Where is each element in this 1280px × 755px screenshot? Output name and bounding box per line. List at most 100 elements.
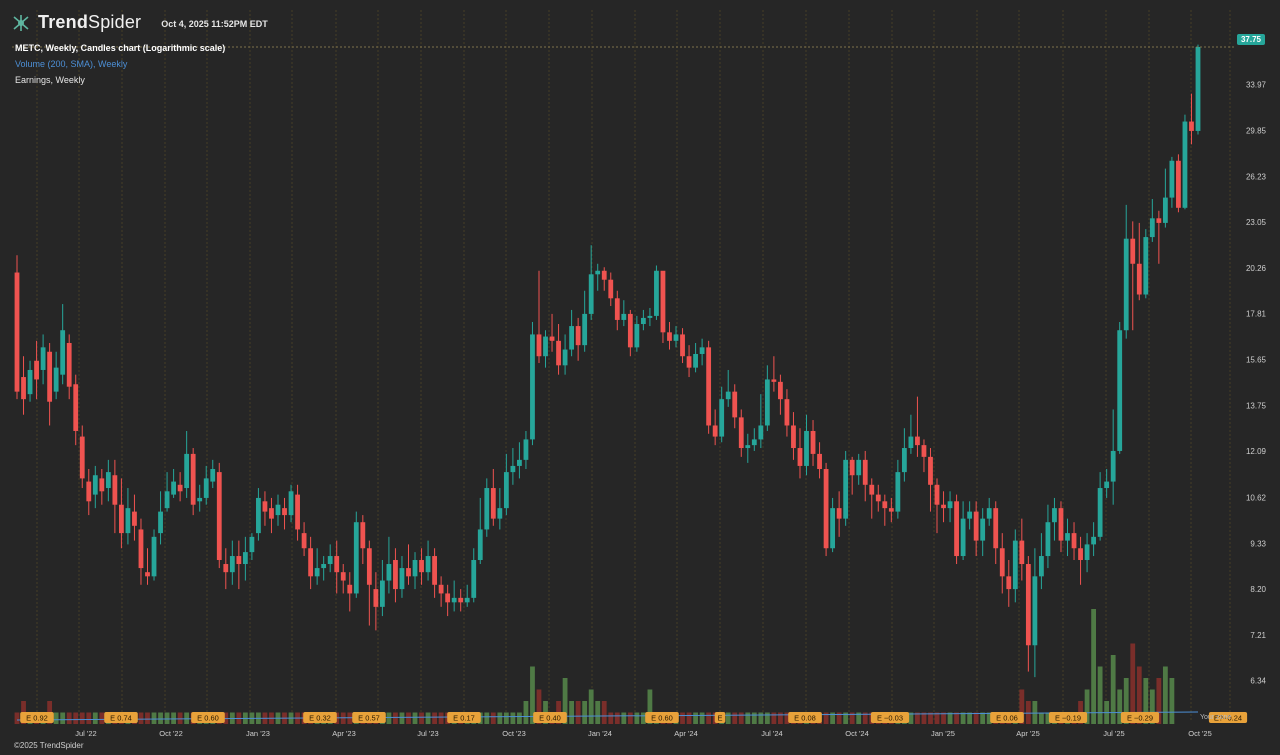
volume-bar (706, 712, 712, 724)
candle-body (791, 425, 796, 449)
volume-bar (778, 712, 783, 724)
earnings-badge[interactable]: E 0.08 (788, 712, 822, 723)
earnings-badge-label: E 0.60 (197, 714, 219, 723)
earnings-badge[interactable]: E −0.29 (1120, 712, 1160, 723)
candle-body (399, 568, 405, 590)
candle-body (321, 564, 327, 569)
candle-body (275, 504, 281, 516)
candle-body (712, 425, 718, 437)
volume-bar (66, 712, 72, 724)
candle-body (366, 548, 372, 585)
earnings-badge-label: E (717, 714, 722, 723)
candle-body (856, 459, 862, 476)
y-tick-label: 9.33 (1250, 539, 1266, 548)
candle-body (1189, 121, 1194, 131)
earnings-badge-label: E −0.29 (1127, 714, 1153, 723)
earnings-badges[interactable]: E 0.92 E 0.74 E 0.60 E 0.32 E 0.57 E 0.17 E 0.… (20, 712, 1248, 723)
earnings-badge[interactable]: E 0.32 (303, 712, 337, 723)
candle-body (138, 529, 144, 569)
candle-body (490, 488, 496, 519)
x-tick-label: Jan '25 (931, 729, 955, 738)
legend-volume[interactable]: Volume (200, SMA), Weekly (15, 56, 225, 72)
earnings-badge[interactable]: E (714, 712, 726, 723)
candle-body (1117, 330, 1123, 451)
candle-body (340, 572, 346, 581)
candle-body (451, 597, 457, 603)
candle-body (347, 584, 353, 594)
volume-bar (588, 689, 594, 724)
candle-body (386, 564, 392, 581)
volume-bar (608, 712, 614, 724)
legend-earnings[interactable]: Earnings, Weekly (15, 72, 225, 88)
candle-body (484, 488, 490, 530)
earnings-badge-label: E 0.17 (453, 714, 475, 723)
candle-body (86, 481, 92, 502)
candle-body (732, 391, 738, 418)
candle-body (1084, 544, 1090, 561)
candle-body (360, 522, 366, 549)
earnings-badge[interactable]: E 0.40 (533, 712, 567, 723)
volume-bar (1039, 712, 1044, 724)
earnings-badge[interactable]: E 0.60 (645, 712, 679, 723)
earnings-badge-label: E 0.40 (539, 714, 561, 723)
y-axis: 33.97 29.85 26.23 23.05 20.26 17.81 15.65 13.75… (1246, 80, 1267, 685)
candle-body (118, 504, 124, 534)
candle-body (236, 556, 242, 565)
candle-body (999, 548, 1005, 577)
candle-body (1143, 237, 1149, 295)
candle-body (634, 324, 640, 348)
volume-bar (738, 712, 744, 724)
candle-body (1104, 481, 1110, 489)
candle-body (869, 484, 875, 495)
candle-body (282, 508, 287, 516)
candle-body (771, 379, 777, 382)
candle-body (301, 533, 307, 549)
candle-body (151, 536, 157, 577)
earnings-badge-label: E −0.03 (877, 714, 903, 723)
candle-body (523, 439, 529, 460)
candle-body (849, 459, 855, 476)
earnings-badge[interactable]: E −0.03 (870, 712, 910, 723)
earnings-badge[interactable]: E 0.74 (104, 712, 138, 723)
earnings-badge-label: E 0.92 (26, 714, 48, 723)
x-tick-label: Jan '24 (588, 729, 612, 738)
candle-body (373, 589, 379, 607)
volume-bar (699, 712, 705, 724)
volume-bar (973, 712, 979, 724)
candle-body (706, 347, 712, 426)
candle-body (1012, 540, 1018, 590)
candle-body (256, 497, 261, 534)
trendspider-logo-icon (13, 14, 29, 31)
chart-canvas[interactable]: E 0.92 E 0.74 E 0.60 E 0.32 E 0.57 E 0.17 E 0.… (0, 0, 1280, 755)
candle-body (295, 494, 300, 530)
candle-body (1123, 238, 1129, 331)
volume-bars (14, 609, 1199, 724)
y-tick-label: 10.62 (1246, 493, 1267, 502)
earnings-badge[interactable]: E 0.06 (990, 712, 1024, 723)
candle-body (229, 556, 235, 573)
candle-body (1045, 522, 1051, 557)
header: TrendSpider Oct 4, 2025 11:52PM EDT (12, 12, 268, 33)
earnings-badge[interactable]: E 0.17 (447, 712, 481, 723)
candle-body (34, 360, 39, 380)
earnings-badge[interactable]: E 0.92 (20, 712, 54, 723)
brand-logo[interactable]: TrendSpider (38, 12, 141, 33)
candle-body (601, 270, 607, 280)
candle-body (1039, 556, 1044, 577)
legend-main-series[interactable]: METC, Weekly, Candles chart (Logarithmic… (15, 40, 225, 56)
volume-bar (406, 712, 411, 724)
candle-body (164, 491, 170, 509)
candle-body (412, 560, 418, 577)
earnings-badge-label: E 0.06 (996, 714, 1018, 723)
volume-bar (758, 712, 764, 724)
volume-bar (425, 712, 431, 724)
candle-body (1136, 263, 1142, 295)
volume-bar (497, 712, 503, 724)
earnings-badge[interactable]: E −0.19 (1048, 712, 1088, 723)
candle-body (1156, 218, 1162, 223)
y-tick-label: 8.20 (1250, 585, 1266, 594)
earnings-badge[interactable]: E 0.57 (352, 712, 386, 723)
earnings-badge[interactable]: E 0.60 (191, 712, 225, 723)
candle-body (621, 313, 627, 320)
candle-body (667, 332, 672, 341)
